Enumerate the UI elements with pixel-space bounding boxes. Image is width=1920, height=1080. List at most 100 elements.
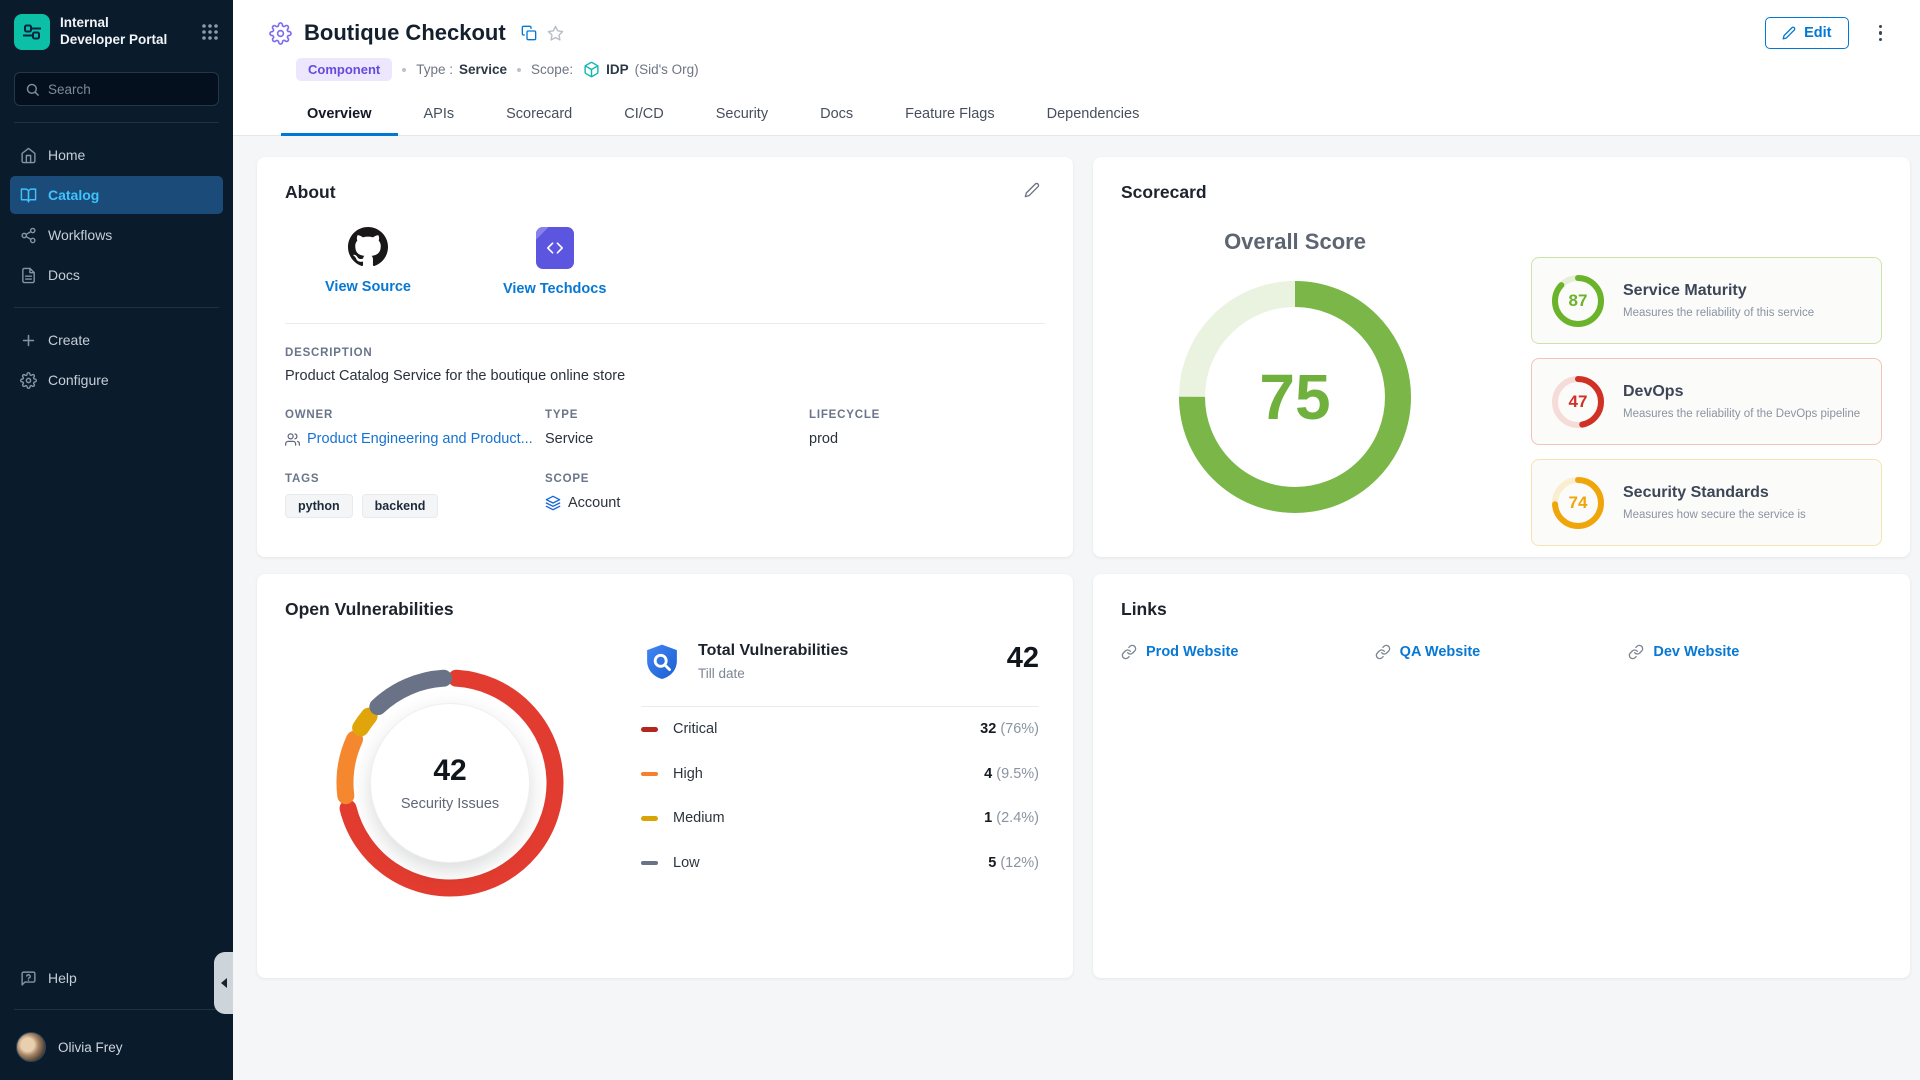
security-issues-count: 42 [433, 754, 466, 788]
sidebar-item-docs[interactable]: Docs [10, 256, 223, 294]
scorecard-card: Scorecard Overall Score 75 [1093, 157, 1910, 557]
lifecycle-label: LIFECYCLE [809, 409, 1045, 421]
dev-website-link[interactable]: Dev Website [1628, 644, 1882, 660]
help-icon [20, 970, 37, 987]
scorecard-title: Scorecard [1121, 182, 1207, 203]
link-icon [1121, 644, 1137, 660]
tab-docs[interactable]: Docs [794, 94, 879, 136]
shield-scan-icon [641, 642, 683, 684]
description-label: DESCRIPTION [285, 347, 1045, 359]
vulnerabilities-card: Open Vulnerabilities 42 Security Issues [257, 574, 1073, 978]
type-label: Type : [416, 62, 453, 77]
score-ring: 74 [1550, 475, 1606, 531]
tab-feature-flags[interactable]: Feature Flags [879, 94, 1020, 136]
tags-label: TAGS [285, 473, 545, 485]
edit-about-pencil-icon[interactable] [1024, 182, 1040, 198]
total-vulnerabilities-label: Total Vulnerabilities [698, 642, 848, 660]
owner-label: OWNER [285, 409, 545, 421]
pencil-icon [1782, 26, 1796, 40]
techdocs-icon [536, 227, 574, 269]
content-area: About View Source [233, 136, 1920, 1080]
sidebar-item-catalog[interactable]: Catalog [10, 176, 223, 214]
home-icon [20, 147, 37, 164]
sidebar-item-label: Create [48, 332, 90, 348]
vulnerabilities-title: Open Vulnerabilities [285, 599, 454, 620]
docs-icon [20, 267, 37, 284]
view-source-link[interactable]: View Source [325, 227, 411, 297]
score-item-security-standards[interactable]: 74 Security Standards Measures how secur… [1531, 459, 1882, 546]
vulnerabilities-donut: 42 Security Issues [325, 658, 575, 908]
scope-label: Scope: [531, 62, 573, 77]
copy-icon[interactable] [521, 25, 537, 41]
sidebar-item-label: Workflows [48, 227, 112, 243]
page-title: Boutique Checkout [304, 20, 506, 46]
prod-website-link[interactable]: Prod Website [1121, 644, 1375, 660]
search-icon [25, 82, 40, 97]
edit-button[interactable]: Edit [1765, 17, 1848, 49]
scope-name: IDP [606, 62, 629, 77]
app-switcher-icon[interactable] [201, 23, 219, 41]
sidebar-collapse-handle[interactable] [214, 952, 233, 1014]
low-dash-icon [641, 861, 658, 866]
sidebar-item-label: Help [48, 970, 77, 986]
tag-chip[interactable]: backend [362, 494, 439, 518]
dot-separator [402, 68, 406, 72]
workflows-icon [20, 227, 37, 244]
qa-website-link[interactable]: QA Website [1375, 644, 1629, 660]
overall-score-donut: 75 [1179, 281, 1411, 513]
tab-overview[interactable]: Overview [281, 94, 398, 136]
sidebar-item-label: Configure [48, 372, 109, 388]
divider [14, 307, 219, 308]
tag-chip[interactable]: python [285, 494, 353, 518]
type-field-label: TYPE [545, 409, 809, 421]
divider [14, 1009, 219, 1010]
sidebar-item-label: Home [48, 147, 85, 163]
sidebar-item-help[interactable]: Help [10, 959, 223, 997]
legend-row-low: Low 5 (12%) [641, 841, 1039, 886]
catalog-icon [20, 187, 37, 204]
sidebar-item-create[interactable]: Create [10, 321, 223, 359]
sidebar-item-configure[interactable]: Configure [10, 361, 223, 399]
user-name: Olivia Frey [58, 1040, 123, 1055]
link-icon [1375, 644, 1391, 660]
score-item-devops[interactable]: 47 DevOps Measures the reliability of th… [1531, 358, 1882, 445]
avatar [16, 1032, 46, 1062]
group-icon [285, 432, 300, 447]
about-title: About [285, 182, 336, 203]
owner-link[interactable]: Product Engineering and Product... [307, 431, 533, 447]
scope-field-label: SCOPE [545, 473, 809, 485]
user-menu[interactable]: Olivia Frey [0, 1022, 233, 1066]
tab-dependencies[interactable]: Dependencies [1021, 94, 1166, 136]
score-item-title: Service Maturity [1623, 282, 1814, 300]
score-item-title: Security Standards [1623, 484, 1806, 502]
tab-cicd[interactable]: CI/CD [598, 94, 689, 136]
till-date-label: Till date [698, 666, 848, 681]
plus-icon [20, 332, 37, 349]
entity-meta: Component Type : Service Scope: IDP (Sid… [233, 49, 1920, 81]
scope-org: (Sid's Org) [635, 62, 699, 77]
search-input[interactable] [48, 82, 208, 97]
overall-score-value: 75 [1179, 281, 1411, 513]
search-box[interactable] [14, 72, 219, 106]
view-techdocs-link[interactable]: View Techdocs [503, 227, 606, 297]
overall-score-label: Overall Score [1224, 229, 1366, 255]
score-item-service-maturity[interactable]: 87 Service Maturity Measures the reliabi… [1531, 257, 1882, 344]
links-title: Links [1121, 599, 1167, 620]
tab-apis[interactable]: APIs [398, 94, 481, 136]
favorite-star-icon[interactable] [547, 25, 564, 42]
tab-security[interactable]: Security [690, 94, 794, 136]
description-value: Product Catalog Service for the boutique… [285, 368, 1045, 384]
tab-scorecard[interactable]: Scorecard [480, 94, 598, 136]
brand-name: Internal Developer Portal [60, 15, 167, 49]
cube-icon [583, 61, 600, 78]
entity-tabs: Overview APIs Scorecard CI/CD Security D… [233, 94, 1920, 136]
sidebar-item-home[interactable]: Home [10, 136, 223, 174]
divider [14, 122, 219, 123]
score-item-description: Measures the reliability of this service [1623, 307, 1814, 319]
sidebar-item-workflows[interactable]: Workflows [10, 216, 223, 254]
security-issues-caption: Security Issues [401, 796, 499, 812]
more-options-icon[interactable] [1875, 21, 1887, 46]
score-item-title: DevOps [1623, 383, 1860, 401]
score-ring: 47 [1550, 374, 1606, 430]
gear-icon [20, 372, 37, 389]
